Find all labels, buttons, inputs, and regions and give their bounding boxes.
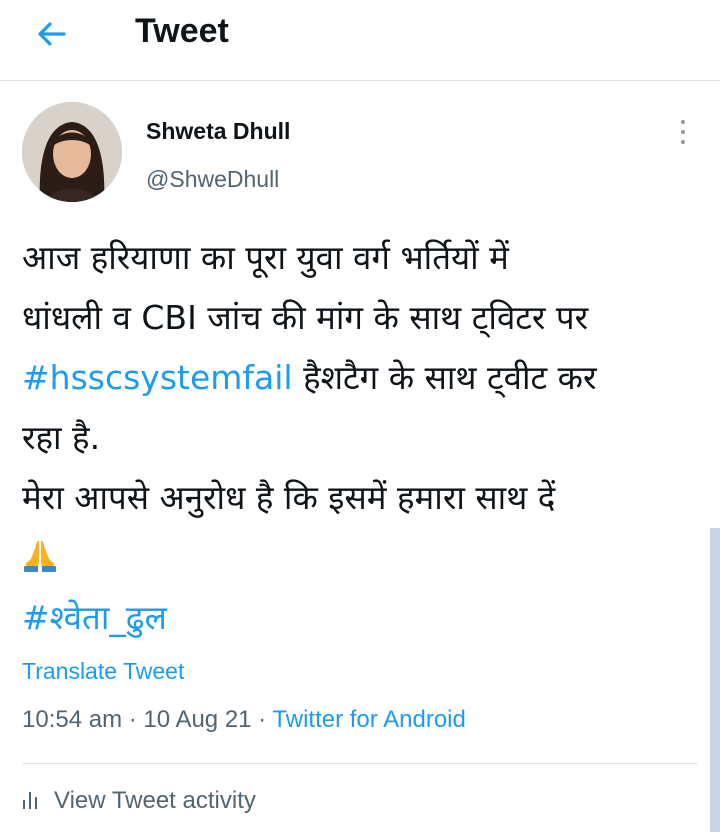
top-bar: Tweet (0, 0, 720, 81)
scrollbar[interactable] (710, 528, 720, 832)
tweet-line (22, 528, 702, 588)
tweet-line: धांधली व CBI जांच की मांग के साथ ट्विटर … (22, 298, 589, 337)
translate-tweet-link[interactable]: Translate Tweet (22, 658, 184, 685)
tweet-text: आज हरियाणा का पूरा युवा वर्ग भर्तियों मे… (22, 228, 702, 648)
meta-separator: · (122, 706, 144, 733)
tweet-line: आज हरियाणा का पूरा युवा वर्ग भर्तियों मे… (22, 238, 509, 277)
tweet-line: #hsscsystemfail हैशटैग के साथ ट्वीट कर (22, 348, 702, 408)
activity-label: View Tweet activity (54, 787, 256, 814)
back-arrow-icon[interactable] (34, 16, 70, 52)
folded-hands-emoji (24, 541, 56, 572)
tweet-line: #श्वेता_ढुल (22, 588, 702, 648)
divider (22, 763, 698, 764)
hashtag-link[interactable]: #hsscsystemfail (22, 358, 293, 397)
more-options-icon[interactable] (676, 120, 690, 148)
tweet-time: 10:54 am (22, 706, 123, 733)
activity-chart-icon (23, 792, 37, 809)
page-title: Tweet (135, 12, 229, 50)
avatar[interactable] (22, 102, 122, 202)
view-tweet-activity-button[interactable]: View Tweet activity (22, 787, 256, 815)
hashtag-link[interactable]: #श्वेता_ढुल (22, 598, 167, 637)
author-name[interactable]: Shweta Dhull (146, 118, 290, 145)
author-handle[interactable]: @ShweDhull (146, 166, 279, 193)
tweet-line: रहा है. (22, 418, 101, 457)
meta-separator: · (251, 706, 273, 733)
tweet-text-segment: हैशटैग के साथ ट्वीट कर (292, 358, 597, 397)
tweet-line: मेरा आपसे अनुरोध है कि इसमें हमारा साथ द… (22, 478, 556, 517)
tweet-source-link[interactable]: Twitter for Android (272, 706, 465, 733)
tweet-meta: 10:54 am · 10 Aug 21 · Twitter for Andro… (22, 706, 466, 734)
tweet-date: 10 Aug 21 (143, 706, 252, 733)
